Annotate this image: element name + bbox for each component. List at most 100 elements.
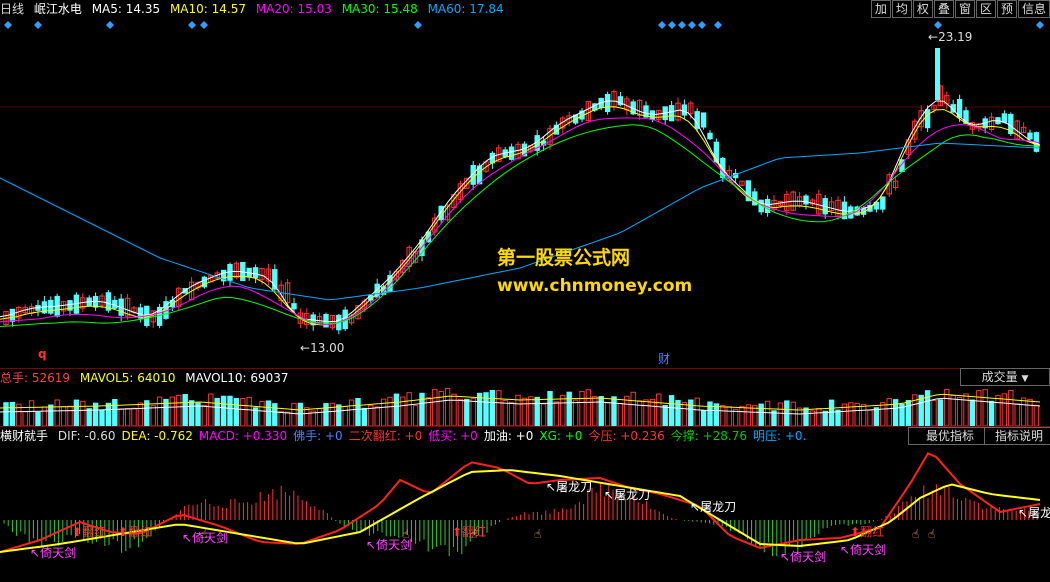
volume-bar	[374, 406, 380, 426]
volume-bar	[60, 406, 67, 426]
volume-bar	[80, 400, 86, 426]
indicator-value-7: XG: +0	[539, 429, 583, 443]
volume-header: 总手: 52619 MAVOL5: 64010 MAVOL10: 69037	[0, 368, 1050, 387]
volume-bar	[86, 408, 92, 426]
volume-dropdown[interactable]: 成交量 ▼	[960, 368, 1050, 386]
volume-bar	[592, 395, 598, 426]
volume-bar	[208, 393, 214, 426]
signal-label-text: 屠龙刀	[614, 488, 651, 502]
indicator-values: DIF: -0.60 DEA: -0.762 MACD: +0.330 佛手: +0 二…	[58, 429, 813, 443]
signal-label: ↖倚天剑	[30, 544, 76, 561]
toolbar-button-rights[interactable]: 权	[912, 0, 933, 18]
volume-bar	[681, 402, 688, 426]
toolbar-button-add[interactable]: 加	[870, 0, 891, 18]
volume-bar	[35, 411, 41, 426]
total-volume: 总手: 52619	[0, 371, 71, 385]
candle-body	[291, 303, 297, 310]
indicator-value-3: 佛手: +0	[293, 429, 343, 443]
volume-bar	[336, 404, 342, 426]
period-label[interactable]: 日线	[0, 2, 24, 16]
arrow-icon: ↖	[840, 543, 851, 557]
watermark-url: www.chnmoney.com	[497, 276, 693, 296]
buddha-hand-icon: ☝	[928, 527, 936, 541]
volume-bar	[726, 406, 732, 426]
volume-bar	[406, 392, 412, 426]
candle-body	[924, 109, 931, 129]
volume-bar	[227, 395, 233, 426]
volume-bar	[758, 403, 764, 426]
buddha-hand-icon: ☝	[200, 527, 208, 541]
ma20-value: MA20: 15.03	[255, 2, 332, 16]
volume-bar	[9, 401, 16, 426]
signal-label-text: 屠龙	[1028, 506, 1050, 520]
volume-bar	[598, 396, 604, 426]
volume-bar	[553, 401, 560, 426]
volume-dropdown-label: 成交量	[981, 370, 1018, 384]
indicator-chart[interactable]	[0, 444, 1050, 582]
volume-bar	[246, 396, 252, 426]
volume-bar	[611, 396, 617, 426]
toolbar-button-range[interactable]: 区	[975, 0, 996, 18]
indicator-name[interactable]: 横财就手	[0, 429, 48, 443]
buddha-hand-icon: ☝	[534, 527, 542, 541]
volume-bar	[796, 407, 803, 426]
volume-bar	[272, 403, 278, 426]
arrow-up-icon: ⬆	[72, 525, 83, 539]
low-price-value: 13.00	[310, 341, 345, 355]
volume-bar	[150, 405, 156, 426]
signal-label: ↖屠龙刀	[546, 478, 592, 495]
volume-chart[interactable]	[0, 386, 1050, 426]
volume-bar	[316, 408, 323, 426]
signal-label: ⬆翻红	[118, 523, 152, 540]
toolbar-button-window[interactable]: 窗	[954, 0, 975, 18]
volume-bar	[585, 389, 592, 426]
indicator-value-10: 明压: +0.	[753, 429, 807, 443]
volume-bar	[995, 394, 1001, 426]
volume-bar	[643, 399, 649, 426]
volume-bar	[540, 403, 547, 426]
volume-bar	[99, 409, 105, 426]
toolbar-button-info[interactable]: 信息	[1017, 0, 1050, 18]
finance-marker[interactable]: 财	[658, 350, 670, 367]
volume-bar	[176, 394, 182, 426]
toolbar-button-overlay[interactable]: 叠	[933, 0, 954, 18]
indicator-help-button[interactable]: 指标说明	[984, 427, 1050, 445]
signal-diamond-icon	[414, 21, 422, 29]
indicator-value-1: DEA: -0.762	[121, 429, 193, 443]
indicator-value-0: DIF: -0.60	[57, 429, 116, 443]
signal-diamond-icon	[714, 21, 722, 29]
price-chart[interactable]	[0, 18, 1050, 368]
volume-bar	[649, 398, 656, 426]
arrow-icon: ↖	[1018, 506, 1029, 520]
volume-bar	[924, 390, 931, 426]
volume-bar	[323, 403, 329, 426]
volume-bar	[521, 397, 528, 426]
volume-bar	[220, 395, 227, 426]
volume-bar	[1033, 404, 1040, 426]
volume-bar	[764, 400, 771, 426]
toolbar-button-average[interactable]: 均	[891, 0, 912, 18]
buddha-hand-icon: ☝	[470, 527, 478, 541]
volume-bar	[976, 390, 982, 426]
volume-bar	[988, 400, 995, 426]
volume-bar	[201, 404, 208, 426]
indicator-value-5: 低买: +0	[428, 429, 478, 443]
volume-bar	[304, 407, 310, 426]
volume-bar	[656, 393, 662, 426]
volume-bar	[720, 405, 726, 426]
watermark-title: 第一股票公式网	[497, 247, 631, 269]
mavol5-value: MAVOL5: 64010	[79, 371, 176, 385]
volume-bar	[425, 397, 432, 426]
best-indicator-button[interactable]: 最优指标	[908, 427, 992, 445]
ma10-value: MA10: 14.57	[169, 2, 246, 16]
volume-bar	[572, 399, 579, 426]
volume-bar	[688, 399, 694, 426]
volume-bar	[848, 402, 854, 426]
volume-bar	[707, 401, 713, 426]
high-price-label: ←23.19	[928, 30, 973, 44]
volume-bar	[489, 389, 496, 426]
ma5-value: MA5: 14.35	[91, 2, 161, 16]
volume-bar	[867, 409, 873, 426]
toolbar-button-forecast[interactable]: 预	[996, 0, 1017, 18]
arrow-icon: ↖	[182, 531, 193, 545]
